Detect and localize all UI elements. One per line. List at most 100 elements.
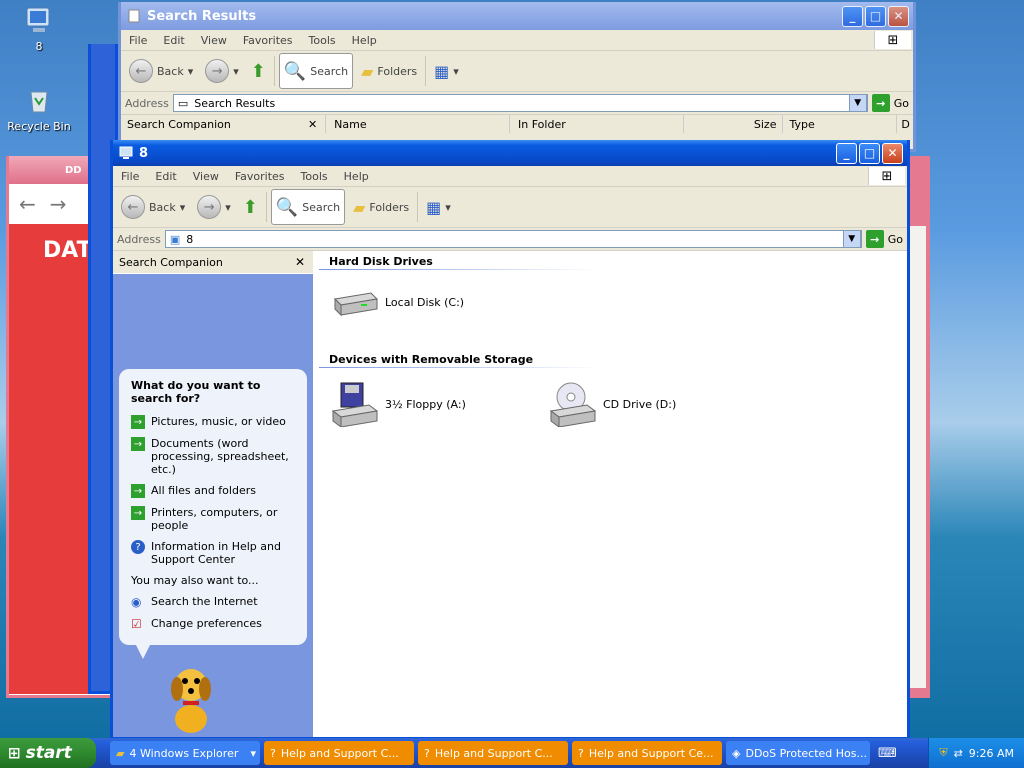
help-icon: ? bbox=[131, 540, 145, 554]
help-icon: ? bbox=[578, 746, 584, 760]
address-value: Search Results bbox=[194, 96, 276, 110]
help-icon: ? bbox=[424, 746, 430, 760]
option-label: Search the Internet bbox=[151, 595, 258, 608]
up-button[interactable]: ⬆ bbox=[247, 54, 270, 88]
results-header: Search Companion ✕ Name In Folder Size T… bbox=[121, 115, 913, 133]
drive-label: 3½ Floppy (A:) bbox=[385, 397, 466, 411]
start-button[interactable]: ⊞ start bbox=[0, 738, 96, 768]
my-computer-window[interactable]: 8 _ □ ✕ File Edit View Favorites Tools H… bbox=[110, 140, 910, 738]
views-button[interactable]: ▦ ▾ bbox=[422, 190, 455, 224]
column-size[interactable]: Size bbox=[683, 115, 782, 133]
column-in-folder[interactable]: In Folder bbox=[509, 115, 683, 133]
close-icon[interactable]: ✕ bbox=[308, 118, 317, 131]
search-option[interactable]: → All files and folders bbox=[131, 484, 295, 498]
menu-tools[interactable]: Tools bbox=[301, 34, 344, 47]
desktop-icon-recycle-bin[interactable]: Recycle Bin bbox=[4, 84, 74, 133]
chevron-down-icon[interactable]: ▼ bbox=[848, 94, 867, 112]
menu-tools[interactable]: Tools bbox=[293, 170, 336, 183]
menu-favorites[interactable]: Favorites bbox=[227, 170, 293, 183]
desktop-icon-label: Recycle Bin bbox=[7, 120, 71, 133]
back-button[interactable]: ← Back ▾ bbox=[117, 190, 189, 224]
search-option[interactable]: → Documents (word processing, spreadsheet… bbox=[131, 437, 295, 476]
menu-help[interactable]: Help bbox=[336, 170, 377, 183]
folders-button[interactable]: ▰ Folders bbox=[357, 54, 421, 88]
search-companion-header: Search Companion ✕ bbox=[113, 251, 313, 274]
forward-button[interactable]: → ▾ bbox=[193, 190, 235, 224]
chevron-down-icon: ▾ bbox=[250, 746, 256, 760]
back-button[interactable]: ← Back ▾ bbox=[125, 54, 197, 88]
computer-icon: ▣ bbox=[169, 232, 181, 246]
maximize-button[interactable]: □ bbox=[865, 5, 886, 27]
search-button[interactable]: 🔍 Search bbox=[278, 53, 354, 89]
search-option[interactable]: → Pictures, music, or video bbox=[131, 415, 295, 429]
help-icon: ? bbox=[270, 746, 276, 760]
menu-view[interactable]: View bbox=[185, 170, 227, 183]
column-name[interactable]: Name bbox=[325, 115, 509, 133]
desktop-icon-computer[interactable]: 8 bbox=[4, 4, 74, 53]
search-dog-icon[interactable] bbox=[163, 663, 219, 735]
forward-arrow-icon: → bbox=[205, 59, 230, 83]
folders-button[interactable]: ▰ Folders bbox=[349, 190, 413, 224]
taskbar-item-help-2[interactable]: ? Help and Support C... bbox=[418, 741, 568, 765]
menu-view[interactable]: View bbox=[193, 34, 235, 47]
group-divider bbox=[319, 269, 599, 270]
back-arrow-icon[interactable]: ← bbox=[19, 192, 36, 216]
address-bar: Address ▭ Search Results ▼ → Go bbox=[121, 92, 913, 115]
views-button[interactable]: ▦ ▾ bbox=[430, 54, 463, 88]
balloon-tail bbox=[135, 643, 151, 659]
computer-icon bbox=[119, 146, 133, 159]
column-type[interactable]: Type bbox=[782, 115, 896, 133]
taskbar: ⊞ start ▰ 4 Windows Explorer ▾ ? Help and S… bbox=[0, 738, 1024, 768]
chevron-down-icon[interactable]: ▼ bbox=[842, 230, 861, 248]
minimize-button[interactable]: _ bbox=[836, 142, 857, 164]
search-button[interactable]: 🔍 Search bbox=[270, 189, 346, 225]
minimize-button[interactable]: _ bbox=[842, 5, 863, 27]
search-internet-option[interactable]: ◉ Search the Internet bbox=[131, 595, 295, 609]
search-results-icon: ▭ bbox=[177, 96, 189, 110]
forward-arrow-icon[interactable]: → bbox=[50, 192, 67, 216]
search-icon: 🔍 bbox=[283, 60, 307, 82]
up-button[interactable]: ⬆ bbox=[239, 190, 262, 224]
address-input[interactable]: ▣ 8 ▼ bbox=[164, 230, 862, 248]
window-titlebar[interactable]: 8 _ □ ✕ bbox=[113, 140, 907, 166]
column-date[interactable]: D bbox=[896, 115, 913, 133]
go-button[interactable]: → Go bbox=[865, 230, 903, 248]
search-companion-pane: Search Companion ✕ What do you want to s… bbox=[113, 251, 313, 737]
menu-edit[interactable]: Edit bbox=[155, 34, 192, 47]
address-input[interactable]: ▭ Search Results ▼ bbox=[172, 94, 868, 112]
menu-file[interactable]: File bbox=[113, 170, 147, 183]
drive-item[interactable]: Local Disk (C:) bbox=[331, 287, 464, 317]
green-arrow-icon: → bbox=[131, 506, 145, 520]
search-option[interactable]: → Printers, computers, or people bbox=[131, 506, 295, 532]
search-results-window[interactable]: Search Results _ □ ✕ File Edit View Favo… bbox=[118, 2, 916, 152]
checklist-icon: ☑ bbox=[131, 617, 142, 631]
menu-favorites[interactable]: Favorites bbox=[235, 34, 301, 47]
taskbar-item-help-3[interactable]: ? Help and Support Ce... bbox=[572, 741, 722, 765]
views-icon: ▦ bbox=[426, 197, 442, 217]
drive-item[interactable]: 3½ Floppy (A:) bbox=[331, 381, 466, 427]
security-shield-icon[interactable]: ⛨ bbox=[939, 746, 947, 760]
folders-label: Folders bbox=[377, 64, 418, 78]
taskbar-item-windows-explorer[interactable]: ▰ 4 Windows Explorer ▾ bbox=[110, 741, 260, 765]
taskbar-item-help-1[interactable]: ? Help and Support C... bbox=[264, 741, 414, 765]
clock[interactable]: 9:26 AM bbox=[969, 747, 1014, 760]
maximize-button[interactable]: □ bbox=[859, 142, 880, 164]
menu-help[interactable]: Help bbox=[344, 34, 385, 47]
main-content: Search Companion ✕ What do you want to s… bbox=[113, 251, 907, 737]
taskbar-item-ddos[interactable]: ◈ DDoS Protected Hos... bbox=[726, 741, 870, 765]
close-button[interactable]: ✕ bbox=[882, 142, 903, 164]
address-label: Address bbox=[125, 96, 169, 110]
forward-button[interactable]: → ▾ bbox=[201, 54, 243, 88]
network-icon[interactable]: ⇄ bbox=[954, 747, 963, 760]
close-button[interactable]: ✕ bbox=[888, 5, 909, 27]
go-button[interactable]: → Go bbox=[871, 94, 909, 112]
banner-text: DAT bbox=[43, 238, 92, 263]
keyboard-icon[interactable]: ⌨ bbox=[878, 746, 897, 761]
menu-edit[interactable]: Edit bbox=[147, 170, 184, 183]
window-titlebar[interactable]: Search Results _ □ ✕ bbox=[121, 2, 913, 30]
close-icon[interactable]: ✕ bbox=[295, 255, 305, 269]
search-option[interactable]: ? Information in Help and Support Center bbox=[131, 540, 295, 566]
drive-item[interactable]: CD Drive (D:) bbox=[549, 381, 676, 427]
change-preferences-option[interactable]: ☑ Change preferences bbox=[131, 617, 295, 631]
menu-file[interactable]: File bbox=[121, 34, 155, 47]
